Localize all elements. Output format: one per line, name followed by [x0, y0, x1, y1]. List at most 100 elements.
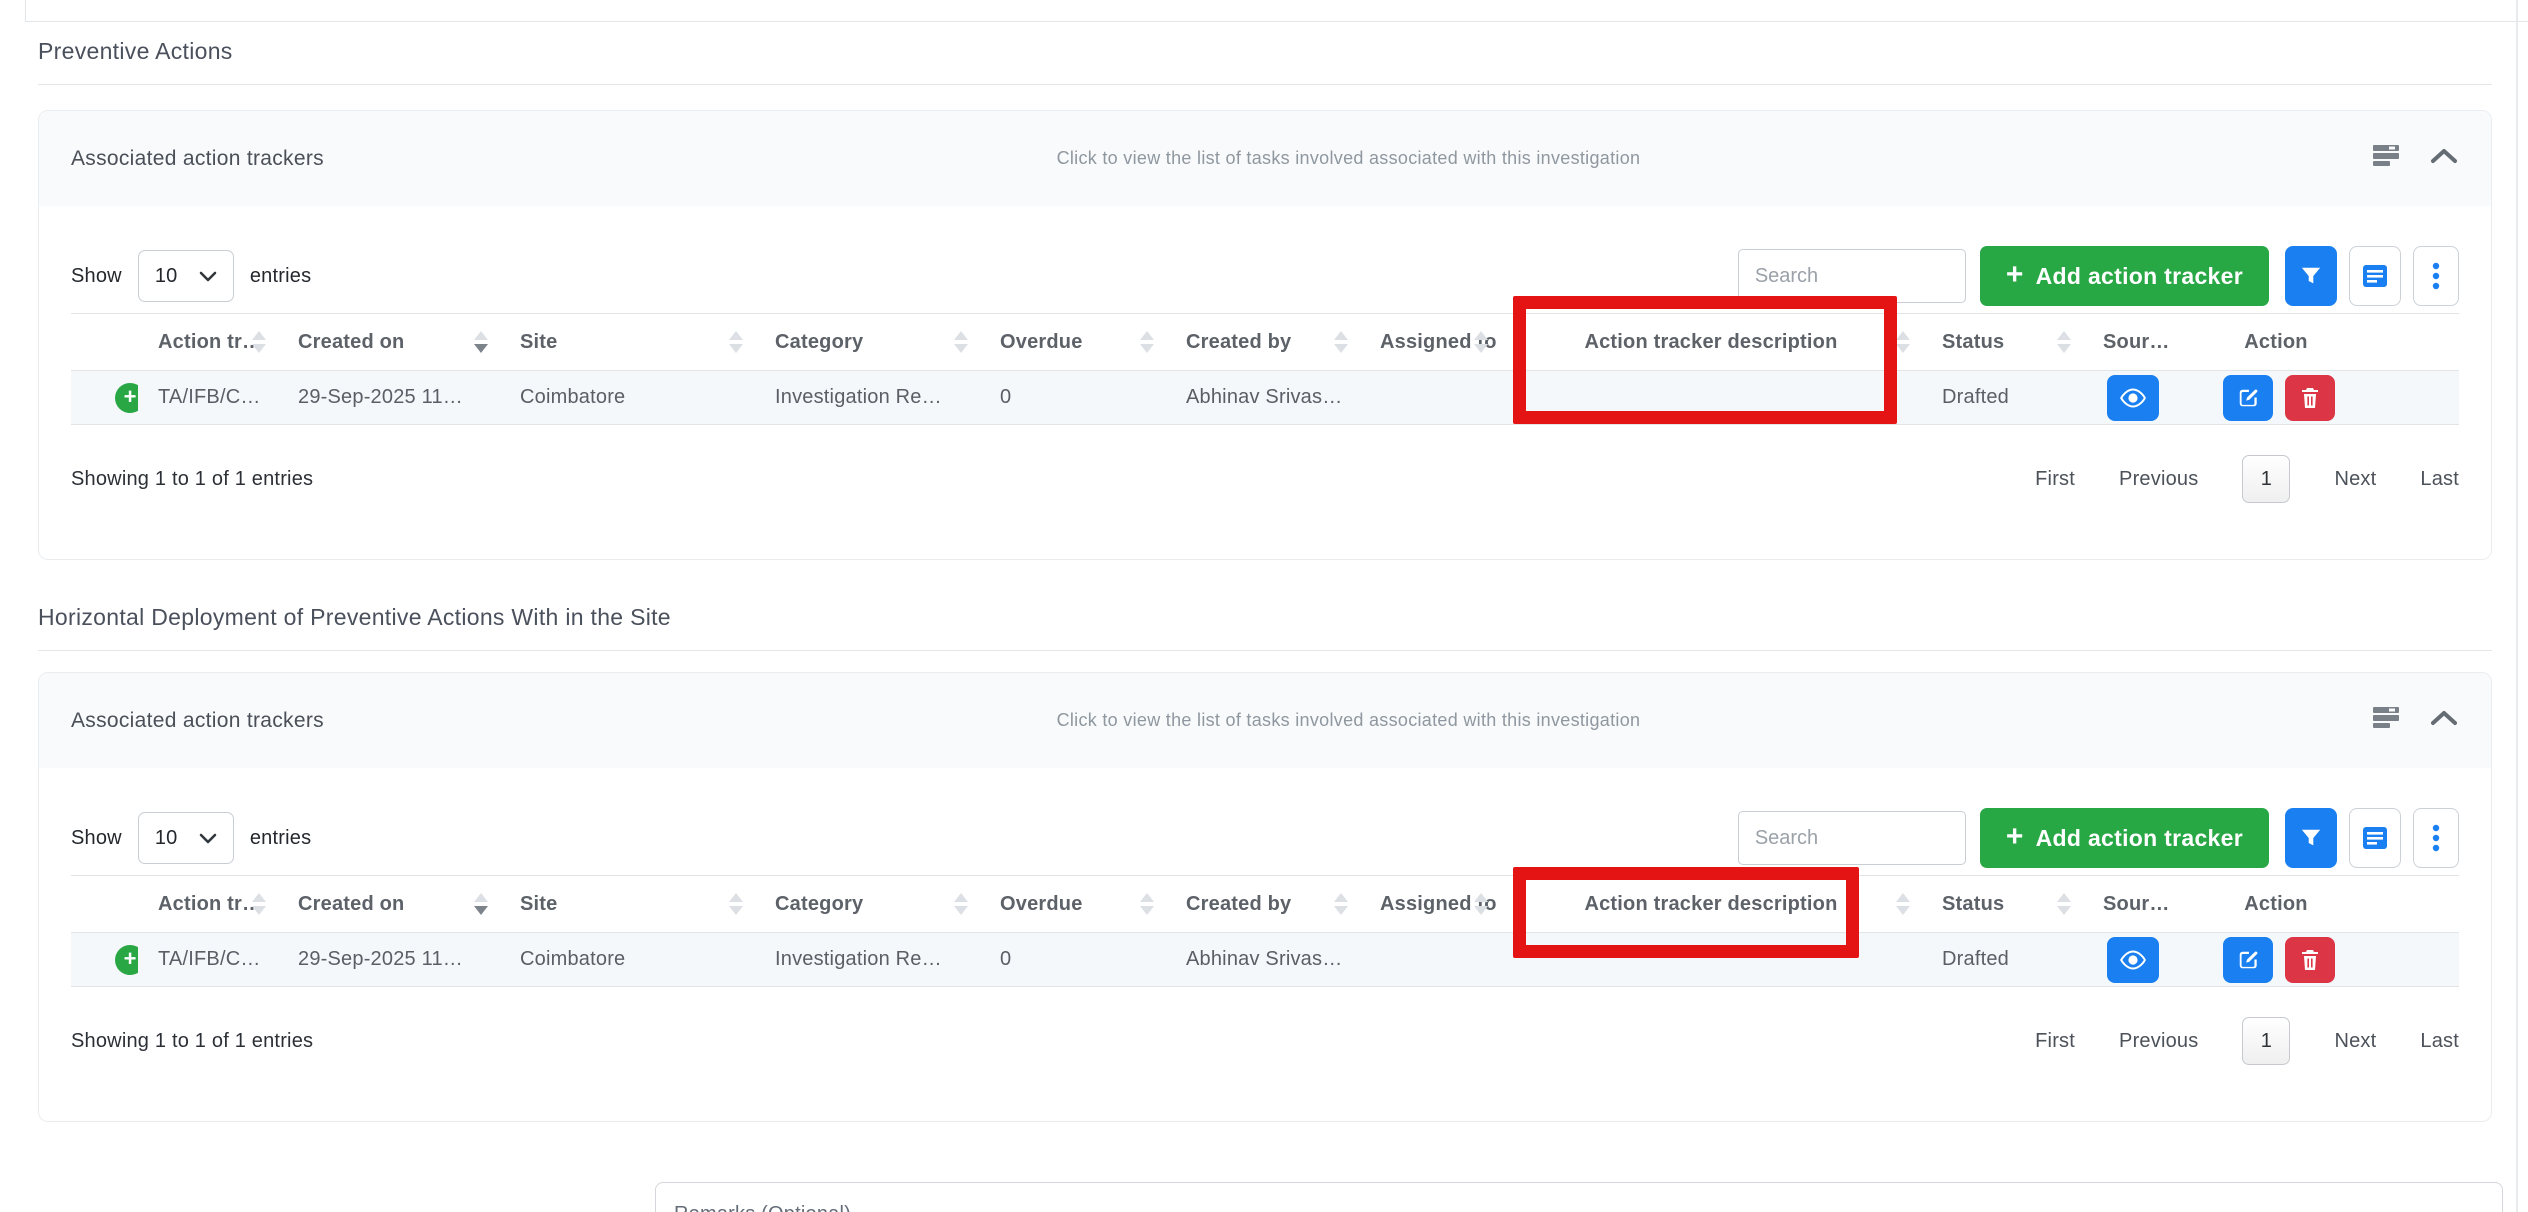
filter-button[interactable]	[2285, 246, 2337, 306]
cell-site: Coimbatore	[500, 386, 755, 409]
col-action-tracker[interactable]: Action tr…	[138, 331, 278, 354]
page-root: Preventive Actions Associated action tra…	[0, 0, 2528, 1212]
col-assigned-to[interactable]: Assigned to	[1360, 893, 1500, 916]
col-created-on[interactable]: Created on	[278, 331, 500, 354]
collapse-chevron-up-icon[interactable]	[2429, 147, 2459, 170]
card-header[interactable]: Associated action trackers Click to view…	[39, 111, 2491, 206]
cell-created-by: Abhinav Srivas…	[1166, 948, 1360, 971]
delete-button[interactable]	[2285, 937, 2335, 983]
sort-icon	[729, 893, 743, 915]
col-description[interactable]: Action tracker description	[1500, 331, 1922, 354]
top-divider-stub	[25, 0, 26, 21]
vertical-ellipsis-icon	[2432, 261, 2440, 291]
pagination: First Previous 1 Next Last	[2035, 455, 2459, 503]
page-size-select[interactable]: 10	[138, 812, 234, 864]
col-status[interactable]: Status	[1922, 893, 2083, 916]
card-header[interactable]: Associated action trackers Click to view…	[39, 673, 2491, 768]
eye-icon	[2120, 950, 2146, 970]
cell-created-on: 29-Sep-2025 11…	[278, 948, 500, 971]
column-visibility-button[interactable]	[2349, 808, 2401, 868]
remarks-input[interactable]	[655, 1182, 2503, 1212]
plus-icon: +	[124, 383, 137, 411]
cell-category: Investigation Re…	[755, 386, 980, 409]
pagination-next[interactable]: Next	[2334, 468, 2376, 491]
column-visibility-button[interactable]	[2349, 246, 2401, 306]
table-icon	[2363, 265, 2387, 287]
col-overdue[interactable]: Overdue	[980, 331, 1166, 354]
card-hint-text: Click to view the list of tasks involved…	[324, 148, 2373, 169]
cell-category: Investigation Re…	[755, 948, 980, 971]
table-rows-icon[interactable]	[2373, 707, 2399, 734]
pagination-next[interactable]: Next	[2334, 1030, 2376, 1053]
col-action-tracker[interactable]: Action tr…	[138, 893, 278, 916]
sort-icon	[1474, 893, 1488, 915]
pagination-last[interactable]: Last	[2420, 1030, 2459, 1053]
col-assigned-to[interactable]: Assigned to	[1360, 331, 1500, 354]
collapse-chevron-up-icon[interactable]	[2429, 709, 2459, 732]
expand-row-button[interactable]: +	[115, 945, 138, 975]
sort-icon	[1896, 331, 1910, 353]
pagination-previous[interactable]: Previous	[2119, 468, 2198, 491]
more-options-button[interactable]	[2413, 808, 2459, 868]
col-overdue[interactable]: Overdue	[980, 893, 1166, 916]
card-title: Associated action trackers	[71, 709, 324, 733]
edit-button[interactable]	[2223, 937, 2273, 983]
add-action-tracker-button[interactable]: + Add action tracker	[1980, 808, 2269, 868]
view-button[interactable]	[2107, 937, 2159, 983]
col-site[interactable]: Site	[500, 331, 755, 354]
cell-created-by: Abhinav Srivas…	[1166, 386, 1360, 409]
top-divider	[25, 21, 2528, 22]
page-right-border	[2516, 0, 2518, 1212]
cell-action-tracker: TA/IFB/C…	[138, 386, 278, 409]
col-site[interactable]: Site	[500, 893, 755, 916]
table-rows-icon[interactable]	[2373, 145, 2399, 172]
table-header-row: Action tr… Created on Site Category Over…	[71, 875, 2459, 933]
entries-summary: Showing 1 to 1 of 1 entries	[71, 468, 313, 491]
page-size-value: 10	[155, 265, 178, 288]
filter-button[interactable]	[2285, 808, 2337, 868]
pagination-previous[interactable]: Previous	[2119, 1030, 2198, 1053]
section-heading-preventive-actions: Preventive Actions	[38, 38, 233, 65]
col-created-by[interactable]: Created by	[1166, 893, 1360, 916]
search-input[interactable]	[1738, 249, 1966, 303]
col-created-by[interactable]: Created by	[1166, 331, 1360, 354]
card-title: Associated action trackers	[71, 147, 324, 171]
pagination-page-1[interactable]: 1	[2242, 455, 2290, 503]
pagination-first[interactable]: First	[2035, 468, 2075, 491]
eye-icon	[2120, 388, 2146, 408]
table-header-row: Action tr… Created on Site Category Over…	[71, 313, 2459, 371]
delete-button[interactable]	[2285, 375, 2335, 421]
pagination-first[interactable]: First	[2035, 1030, 2075, 1053]
col-action: Action	[2183, 331, 2459, 354]
cell-created-on: 29-Sep-2025 11…	[278, 386, 500, 409]
col-category[interactable]: Category	[755, 893, 980, 916]
sort-icon	[252, 893, 266, 915]
sort-icon	[252, 331, 266, 353]
pagination: First Previous 1 Next Last	[2035, 1017, 2459, 1065]
sort-icon	[1896, 893, 1910, 915]
col-category[interactable]: Category	[755, 331, 980, 354]
entries-label: entries	[250, 265, 311, 288]
sort-icon	[1334, 893, 1348, 915]
col-description[interactable]: Action tracker description	[1500, 893, 1922, 916]
col-status[interactable]: Status	[1922, 331, 2083, 354]
more-options-button[interactable]	[2413, 246, 2459, 306]
col-source[interactable]: Sour…	[2083, 331, 2183, 354]
pagination-last[interactable]: Last	[2420, 468, 2459, 491]
trash-icon	[2300, 949, 2320, 971]
search-input[interactable]	[1738, 811, 1966, 865]
action-tracker-card-horizontal: Associated action trackers Click to view…	[38, 672, 2492, 1122]
edit-button[interactable]	[2223, 375, 2273, 421]
pagination-page-1[interactable]: 1	[2242, 1017, 2290, 1065]
col-source[interactable]: Sour…	[2083, 893, 2183, 916]
page-size-select[interactable]: 10	[138, 250, 234, 302]
funnel-icon	[2300, 265, 2322, 287]
table-row: + TA/IFB/C… 29-Sep-2025 11… Coimbatore I…	[71, 933, 2459, 987]
col-created-on[interactable]: Created on	[278, 893, 500, 916]
cell-overdue: 0	[980, 386, 1166, 409]
add-action-tracker-button[interactable]: + Add action tracker	[1980, 246, 2269, 306]
expand-row-button[interactable]: +	[115, 383, 138, 413]
col-action: Action	[2183, 893, 2459, 916]
trash-icon	[2300, 387, 2320, 409]
view-button[interactable]	[2107, 375, 2159, 421]
